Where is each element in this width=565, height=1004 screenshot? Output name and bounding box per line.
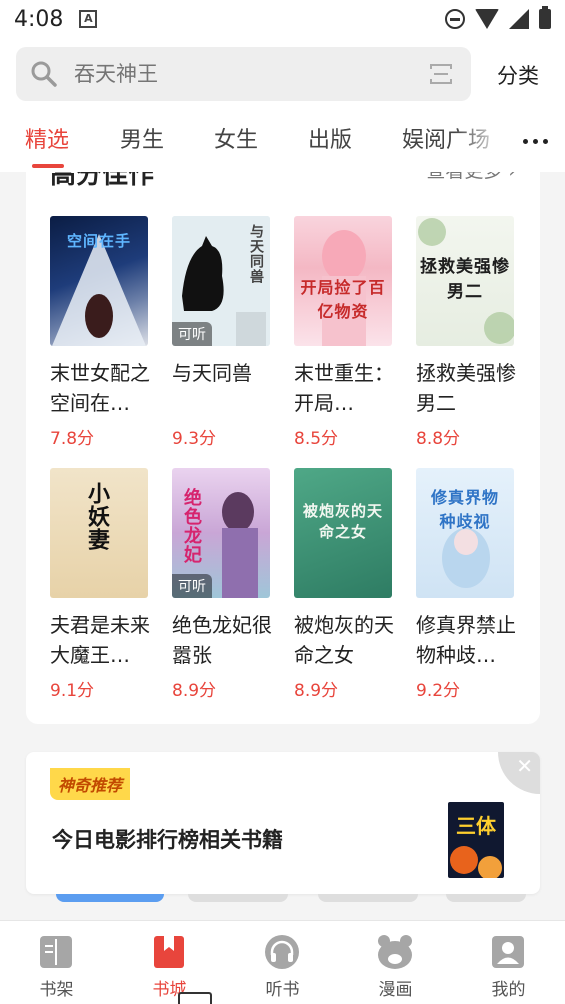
peek-item <box>188 894 288 902</box>
book-title: 被炮灰的天命之女 <box>294 613 394 667</box>
nav-label: 书架 <box>39 980 74 1000</box>
book-title: 末世女配之空间在… <box>50 361 150 415</box>
nav-profile[interactable]: 我的 <box>452 921 565 1004</box>
bottom-navigation: 书架 书城 听书 漫画 我的 <box>0 920 565 1004</box>
book-card[interactable]: 与天同兽 可听 与天同兽 9.3分 <box>172 216 272 449</box>
category-button[interactable]: 分类 <box>497 60 539 90</box>
nav-label: 听书 <box>265 980 300 1000</box>
status-bar: 4:08 A <box>0 0 565 38</box>
tab-male[interactable]: 男生 <box>120 122 164 154</box>
cover-title: 被炮灰的天命之女 <box>302 502 383 541</box>
scan-icon[interactable] <box>429 63 453 85</box>
tab-publishing[interactable]: 出版 <box>308 122 352 154</box>
cover-title: 修真界物种歧视 <box>430 488 499 531</box>
book-cover: 与天同兽 可听 <box>172 216 270 346</box>
nav-bookshelf[interactable]: 书架 <box>0 921 113 1004</box>
book-score: 9.2分 <box>416 681 461 701</box>
tab-bar: 精选 男生 女生 出版 娱阅广场 <box>0 110 565 172</box>
book-title: 绝色龙妃很嚣张 <box>172 613 272 667</box>
book-card[interactable]: 空间在手 末世女配之空间在… 7.8分 <box>50 216 150 449</box>
cover-title: 绝色龙妃 <box>181 488 202 564</box>
dot-icon <box>542 138 548 144</box>
book-cover: 空间在手 <box>50 216 148 346</box>
section-title: 高分佳作 <box>50 172 155 190</box>
listenable-badge: 可听 <box>172 574 212 598</box>
book-card[interactable]: 小妖妻 夫君是未来大魔王… 9.1分 <box>50 468 150 701</box>
active-tab-indicator <box>32 164 64 168</box>
book-cover: 修真界物种歧视 <box>416 468 514 598</box>
signal-icon <box>509 9 529 29</box>
profile-icon <box>492 936 524 968</box>
book-cover: 被炮灰的天命之女 <box>294 468 392 598</box>
headphones-icon <box>265 935 299 969</box>
recommend-badge: 神奇推荐 <box>50 768 131 800</box>
floating-mini-icon <box>178 992 212 1004</box>
book-score: 8.9分 <box>172 681 217 701</box>
cover-title: 开局捡了百亿物资 <box>300 278 386 321</box>
bookstore-icon <box>154 936 184 968</box>
dot-icon <box>522 138 528 144</box>
nav-audiobook[interactable]: 听书 <box>226 921 339 1004</box>
wifi-icon <box>475 9 499 29</box>
cover-title: 空间在手 <box>66 232 131 250</box>
book-title: 末世重生：开局… <box>294 361 394 415</box>
notification-a-icon: A <box>79 10 98 28</box>
nav-label: 漫画 <box>378 980 413 1000</box>
cover-title: 拯救美强惨男二 <box>420 257 510 302</box>
tab-female[interactable]: 女生 <box>214 122 258 154</box>
tabs-fade <box>455 110 505 172</box>
book-cover: 小妖妻 <box>50 468 148 598</box>
search-icon <box>31 61 57 87</box>
book-cover: 拯救美强惨男二 <box>416 216 514 346</box>
book-cover: 开局捡了百亿物资 <box>294 216 392 346</box>
book-title: 拯救美强惨男二 <box>416 361 516 415</box>
recommend-title: 今日电影排行榜相关书籍 <box>52 828 283 852</box>
battery-icon <box>539 6 551 29</box>
book-score: 8.9分 <box>294 681 339 701</box>
peek-item <box>446 894 526 902</box>
listenable-badge: 可听 <box>172 322 212 346</box>
book-score: 9.3分 <box>172 429 217 449</box>
book-card[interactable]: 开局捡了百亿物资 末世重生：开局… 8.5分 <box>294 216 394 449</box>
recommend-card[interactable]: 神奇推荐 今日电影排行榜相关书籍 三体 ✕ <box>26 752 540 894</box>
nav-label: 我的 <box>491 980 526 1000</box>
recommend-cover-title: 三体 <box>456 814 496 838</box>
more-tabs-button[interactable] <box>505 110 565 172</box>
book-cover: 绝色龙妃 可听 <box>172 468 270 598</box>
comic-bear-icon <box>378 935 412 969</box>
book-title: 夫君是未来大魔王… <box>50 613 150 667</box>
recommend-cover: 三体 <box>448 802 504 878</box>
cover-title: 与天同兽 <box>248 224 264 284</box>
book-score: 8.8分 <box>416 429 461 449</box>
nav-comic[interactable]: 漫画 <box>339 921 452 1004</box>
peek-item <box>56 894 164 902</box>
close-button[interactable]: ✕ <box>498 752 540 794</box>
book-card[interactable]: 绝色龙妃 可听 绝色龙妃很嚣张 8.9分 <box>172 468 272 701</box>
search-input[interactable] <box>74 47 414 101</box>
dot-icon <box>532 138 538 144</box>
book-card[interactable]: 修真界物种歧视 修真界禁止物种歧… 9.2分 <box>416 468 516 701</box>
book-score: 7.8分 <box>50 429 95 449</box>
tab-featured[interactable]: 精选 <box>25 122 69 154</box>
peek-item <box>318 894 418 902</box>
book-score: 9.1分 <box>50 681 95 701</box>
close-icon: ✕ <box>516 754 533 778</box>
cover-title: 小妖妻 <box>84 482 109 551</box>
scroll-content[interactable]: 高分佳作 查看更多 › 空间在手 末世女配之空间在… 7.8分 与天 <box>0 172 565 920</box>
book-title: 修真界禁止物种歧… <box>416 613 516 667</box>
book-card[interactable]: 被炮灰的天命之女 被炮灰的天命之女 8.9分 <box>294 468 394 701</box>
status-time: 4:08 <box>14 6 64 32</box>
see-more-link[interactable]: 查看更多 › <box>426 172 516 183</box>
book-card[interactable]: 拯救美强惨男二 拯救美强惨男二 8.8分 <box>416 216 516 449</box>
book-score: 8.5分 <box>294 429 339 449</box>
header: 分类 <box>0 38 565 110</box>
search-bar[interactable] <box>16 47 471 101</box>
do-not-disturb-icon <box>445 9 465 29</box>
high-score-section: 高分佳作 查看更多 › 空间在手 末世女配之空间在… 7.8分 与天 <box>26 172 540 724</box>
status-icons <box>445 6 551 29</box>
book-title: 与天同兽 <box>172 361 252 385</box>
bookshelf-icon <box>40 936 72 968</box>
